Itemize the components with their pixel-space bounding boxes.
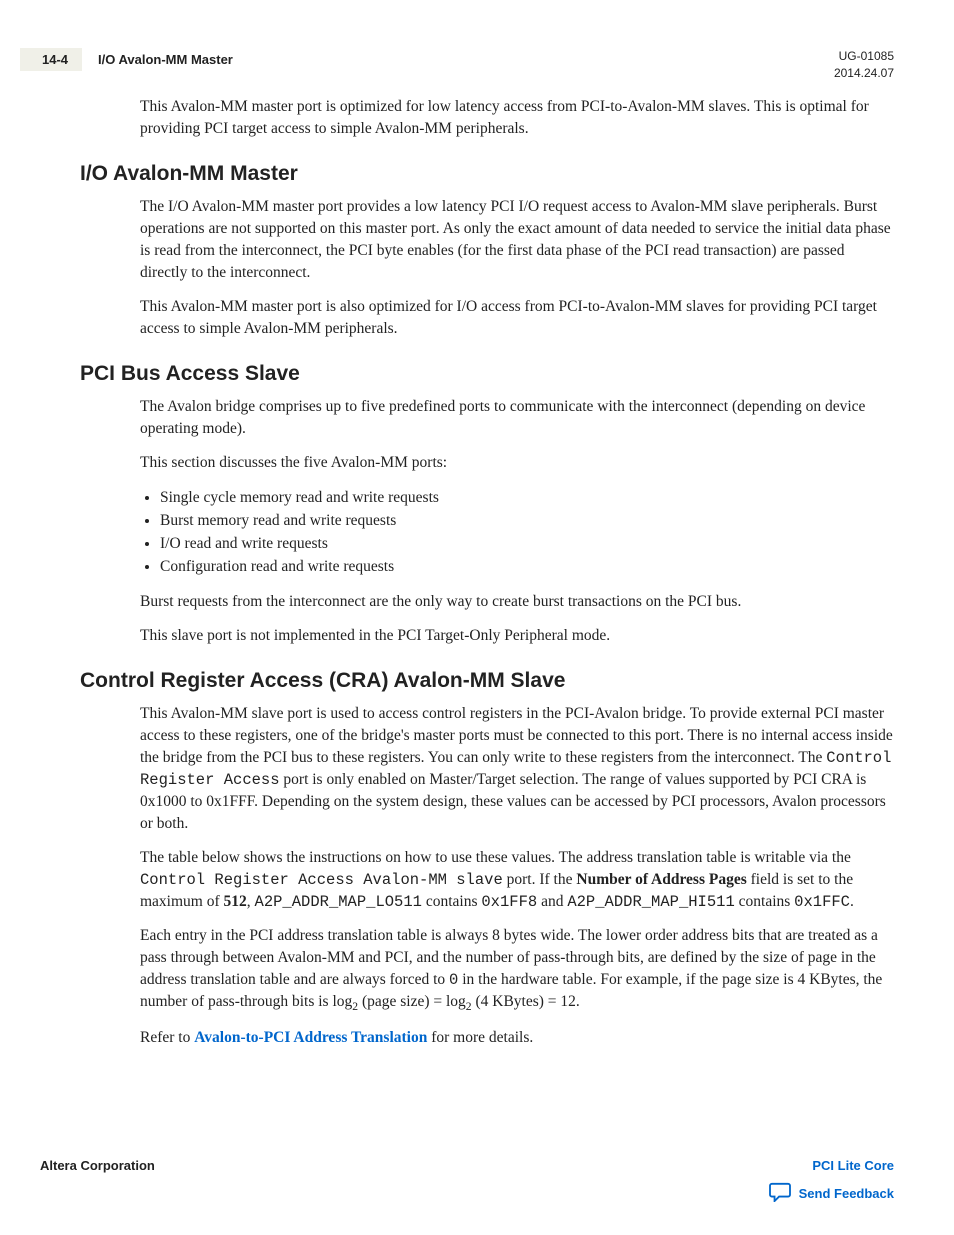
header-doc-info: UG-01085 2014.24.07 [834,48,894,82]
footer-link-pci-lite[interactable]: PCI Lite Core [812,1158,894,1173]
footer-corporation: Altera Corporation [40,1158,155,1173]
page-footer: Altera Corporation PCI Lite Core [40,1158,894,1173]
intro-paragraph: This Avalon-MM master port is optimized … [140,96,894,140]
heading-io-avalon: I/O Avalon-MM Master [80,162,894,186]
feedback-label: Send Feedback [799,1186,894,1201]
section-pci-bus: The Avalon bridge comprises up to five p… [60,396,894,647]
page-header: 14-4 I/O Avalon-MM Master UG-01085 2014.… [60,48,894,82]
header-section-title: I/O Avalon-MM Master [98,48,834,67]
intro-block: This Avalon-MM master port is optimized … [60,96,894,140]
s1-p1: The I/O Avalon-MM master port provides a… [140,196,894,284]
s2-p2: This section discusses the five Avalon-M… [140,452,894,474]
link-avalon-pci-translation[interactable]: Avalon-to-PCI Address Translation [194,1029,427,1046]
s3-p3: Each entry in the PCI address translatio… [140,925,894,1016]
s2-p4: This slave port is not implemented in th… [140,625,894,647]
page-number: 14-4 [20,48,82,71]
doc-id: UG-01085 [834,48,894,65]
speech-bubble-icon [769,1182,791,1205]
send-feedback-link[interactable]: Send Feedback [769,1182,894,1205]
section-io-avalon: The I/O Avalon-MM master port provides a… [60,196,894,340]
heading-pci-bus: PCI Bus Access Slave [80,362,894,386]
s3-p2: The table below shows the instructions o… [140,847,894,913]
list-item: I/O read and write requests [160,532,894,555]
s3-p1: This Avalon-MM slave port is used to acc… [140,703,894,835]
doc-date: 2014.24.07 [834,65,894,82]
list-item: Burst memory read and write requests [160,509,894,532]
s2-list: Single cycle memory read and write reque… [140,486,894,579]
heading-cra: Control Register Access (CRA) Avalon-MM … [80,669,894,693]
section-cra: This Avalon-MM slave port is used to acc… [60,703,894,1050]
s2-p1: The Avalon bridge comprises up to five p… [140,396,894,440]
list-item: Single cycle memory read and write reque… [160,486,894,509]
list-item: Configuration read and write requests [160,555,894,578]
s1-p2: This Avalon-MM master port is also optim… [140,296,894,340]
s2-p3: Burst requests from the interconnect are… [140,591,894,613]
s3-p4: Refer to Avalon-to-PCI Address Translati… [140,1027,894,1049]
